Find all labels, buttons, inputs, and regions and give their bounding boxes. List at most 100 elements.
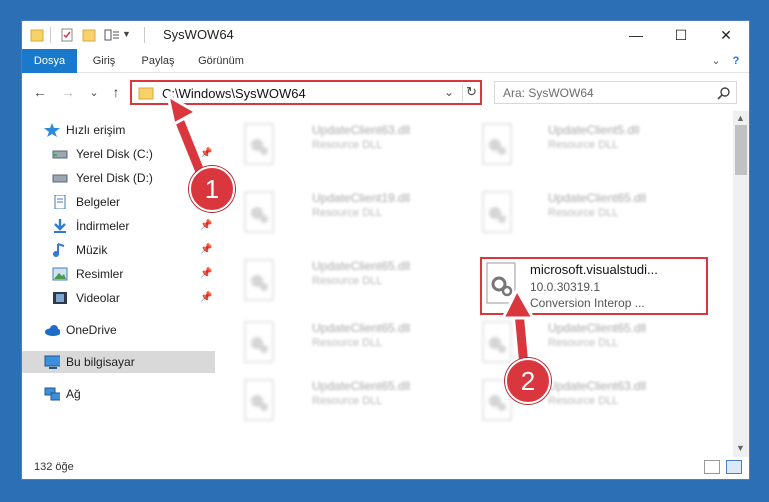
sidebar-item-label: Bu bilgisayar — [66, 355, 135, 369]
list-item[interactable]: UpdateClient65.dll Resource DLL — [476, 187, 706, 239]
dll-file-icon — [244, 191, 274, 233]
file-type: Resource DLL — [548, 337, 619, 349]
documents-icon — [54, 195, 66, 209]
step-2-badge: 2 — [505, 358, 551, 404]
sidebar-item-documents[interactable]: Belgeler 📌 — [22, 191, 215, 213]
ribbon-expand-icon[interactable]: ⌄ — [708, 49, 724, 73]
file-version: 10.0.30319.1 — [530, 280, 601, 294]
file-name: microsoft.visualstudi... — [530, 262, 658, 277]
network-icon — [44, 387, 60, 401]
list-item[interactable]: UpdateClient65.dll Resource DLL — [238, 317, 468, 369]
star-icon — [44, 123, 60, 137]
chevron-down-icon[interactable]: ▼ — [122, 29, 131, 45]
help-icon[interactable]: ? — [728, 49, 744, 73]
scrollbar-thumb[interactable] — [735, 125, 747, 175]
search-icon[interactable] — [717, 86, 731, 100]
list-item[interactable]: UpdateClient19.dll Resource DLL — [238, 187, 468, 239]
sidebar-item-local-disk-d[interactable]: Yerel Disk (D:) — [22, 167, 215, 189]
drive-icon — [52, 150, 68, 159]
sidebar-item-network[interactable]: Ağ — [22, 383, 215, 405]
back-button[interactable]: ← — [30, 82, 50, 102]
forward-button[interactable]: → — [58, 82, 78, 102]
file-type: Resource DLL — [548, 207, 619, 219]
file-type: Resource DLL — [548, 139, 619, 151]
refresh-button[interactable]: ↻ — [462, 84, 480, 102]
file-type: Resource DLL — [312, 207, 383, 219]
tab-view[interactable]: Görünüm — [192, 49, 250, 73]
dll-file-icon — [244, 379, 274, 421]
search-placeholder: Ara: SysWOW64 — [503, 86, 594, 100]
maximize-button[interactable]: ☐ — [658, 21, 704, 49]
computer-icon — [44, 355, 60, 369]
sidebar-item-label: Hızlı erişim — [66, 123, 126, 137]
step-1-badge: 1 — [189, 166, 235, 212]
scroll-up-icon[interactable]: ▲ — [736, 113, 745, 123]
dll-file-icon — [244, 259, 274, 301]
address-dropdown-icon[interactable]: ⌄ — [444, 85, 454, 99]
details-view-icon[interactable] — [704, 460, 720, 474]
list-item[interactable]: UpdateClient65.dll Resource DLL — [476, 317, 706, 369]
tab-share[interactable]: Paylaş — [134, 49, 182, 73]
folder-icon[interactable] — [30, 27, 44, 43]
pin-icon: 📌 — [200, 268, 213, 279]
ribbon-tabs: Dosya Giriş Paylaş Görünüm ⌄ ? — [22, 49, 749, 73]
dll-file-icon — [482, 123, 512, 165]
dll-file-icon — [244, 321, 274, 363]
file-name: UpdateClient19.dll — [312, 191, 411, 205]
title-bar: ▼ SysWOW64 — ☐ ✕ — [22, 21, 749, 49]
large-icons-view-icon[interactable] — [726, 460, 742, 474]
sidebar-item-label: Ağ — [66, 387, 81, 401]
dll-gear-file-icon — [486, 262, 516, 304]
sidebar-item-this-pc[interactable]: Bu bilgisayar — [22, 351, 215, 373]
explorer-window: ▼ SysWOW64 — ☐ ✕ Dosya Giriş Paylaş Görü… — [21, 20, 750, 480]
address-path: C:\Windows\SysWOW64 — [162, 86, 306, 101]
selected-file-item[interactable]: microsoft.visualstudi... 10.0.30319.1 Co… — [480, 257, 708, 315]
list-item[interactable]: UpdateClient63.dll Resource DLL — [238, 119, 468, 171]
file-name: UpdateClient63.dll — [548, 379, 647, 393]
sidebar-item-videos[interactable]: Videolar 📌 — [22, 287, 215, 309]
file-type: Resource DLL — [312, 395, 383, 407]
cloud-icon — [45, 325, 60, 336]
list-item[interactable]: UpdateClient5.dll Resource DLL — [476, 119, 706, 171]
recent-locations-button[interactable]: ⌄ — [84, 82, 104, 102]
sidebar-item-label: Yerel Disk (C:) — [76, 147, 153, 161]
file-type: Resource DLL — [312, 139, 383, 151]
dll-file-icon — [482, 191, 512, 233]
file-name: UpdateClient65.dll — [312, 379, 411, 393]
properties-icon[interactable] — [60, 27, 74, 43]
sidebar-item-label: Müzik — [76, 243, 108, 257]
search-input[interactable]: Ara: SysWOW64 — [494, 81, 737, 104]
tab-home[interactable]: Giriş — [84, 49, 124, 73]
scroll-down-icon[interactable]: ▼ — [736, 443, 745, 453]
sidebar-item-onedrive[interactable]: OneDrive — [22, 319, 215, 341]
sidebar-item-local-disk-c[interactable]: Yerel Disk (C:) 📌 — [22, 143, 215, 165]
drive-icon — [52, 174, 68, 183]
sidebar-item-label: OneDrive — [66, 323, 117, 337]
customize-toolbar-icon[interactable] — [104, 27, 120, 43]
pin-icon: 📌 — [200, 148, 213, 159]
file-name: UpdateClient65.dll — [548, 321, 647, 335]
close-button[interactable]: ✕ — [703, 21, 749, 49]
sidebar-item-downloads[interactable]: İndirmeler 📌 — [22, 215, 215, 237]
file-name: UpdateClient65.dll — [312, 259, 411, 273]
address-bar[interactable]: C:\Windows\SysWOW64 ⌄ ↻ — [130, 80, 482, 105]
music-icon — [53, 243, 65, 257]
sidebar-item-pictures[interactable]: Resimler 📌 — [22, 263, 215, 285]
new-folder-icon[interactable] — [82, 27, 96, 43]
minimize-button[interactable]: — — [613, 21, 659, 49]
videos-icon — [53, 292, 67, 304]
vertical-scrollbar[interactable]: ▲ ▼ — [733, 111, 749, 457]
window-title: SysWOW64 — [163, 27, 234, 42]
list-item[interactable]: UpdateClient65.dll Resource DLL — [238, 375, 468, 427]
list-item[interactable]: UpdateClient65.dll Resource DLL — [238, 255, 468, 307]
sidebar-item-label: Belgeler — [76, 195, 121, 209]
file-type: Resource DLL — [548, 395, 619, 407]
sidebar-item-music[interactable]: Müzik 📌 — [22, 239, 215, 261]
tab-file[interactable]: Dosya — [22, 49, 77, 73]
sidebar-item-quick-access[interactable]: Hızlı erişim — [22, 119, 215, 141]
sidebar-item-label: İndirmeler — [76, 219, 130, 233]
file-type: Resource DLL — [312, 337, 383, 349]
up-button[interactable]: ↑ — [106, 82, 126, 102]
sidebar-item-label: Videolar — [76, 291, 120, 305]
pin-icon: 📌 — [200, 220, 213, 231]
